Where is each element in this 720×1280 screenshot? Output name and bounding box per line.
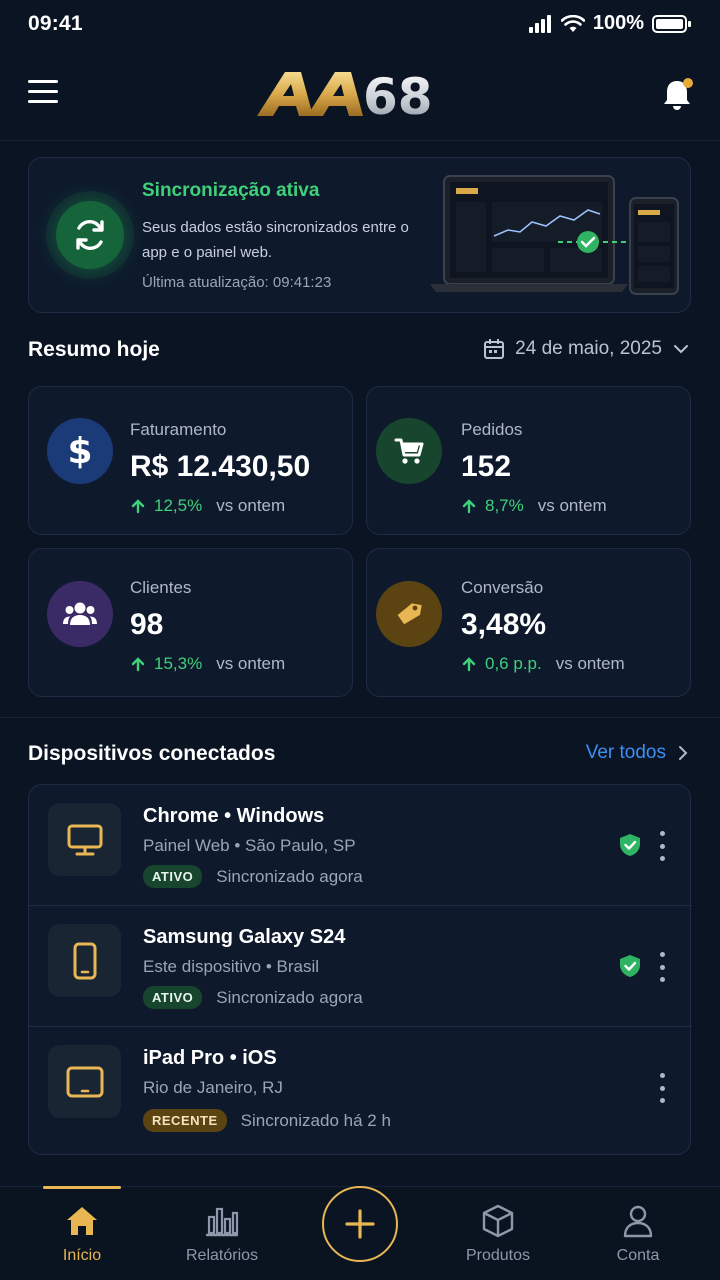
phone-icon [48, 924, 121, 997]
device-subtitle: Painel Web • São Paulo, SP [143, 836, 356, 855]
shield-check-icon [620, 955, 640, 977]
status-indicators: 100% [528, 12, 692, 35]
tag-icon [376, 581, 442, 647]
device-row[interactable]: Samsung Galaxy S24 Este dispositivo • Br… [29, 906, 692, 1027]
calendar-icon [484, 339, 505, 359]
add-button[interactable] [322, 1186, 398, 1262]
device-sync-status: Sincronizado agora [216, 866, 363, 886]
device-row[interactable]: Chrome • Windows Painel Web • São Paulo,… [29, 785, 692, 906]
devices-title: Dispositivos conectados [28, 742, 276, 765]
hamburger-menu-icon[interactable] [28, 80, 60, 110]
stat-value: 3,48% [461, 608, 547, 641]
shield-check-icon [620, 834, 640, 856]
app-logo: 68 [255, 66, 465, 126]
stat-value: 98 [130, 608, 164, 641]
status-badge: ATIVO [143, 865, 203, 888]
see-all-link[interactable]: Ver todos [586, 742, 690, 764]
date-picker[interactable]: 24 de maio, 2025 [483, 338, 690, 360]
device-subtitle: Este dispositivo • Brasil [143, 957, 320, 976]
user-icon [622, 1203, 654, 1239]
arrow-up-icon [131, 657, 145, 672]
battery-icon [652, 14, 691, 33]
status-badge: ATIVO [143, 986, 203, 1009]
nav-item-products[interactable]: Produtos [438, 1187, 558, 1280]
section-divider [0, 717, 720, 718]
more-options-icon[interactable] [655, 1073, 669, 1103]
nav-label: Relatórios [185, 1247, 259, 1264]
stat-delta: 12,5% vs ontem [130, 496, 285, 516]
notifications-bell-icon[interactable] [660, 76, 694, 112]
nav-item-home[interactable]: Início [22, 1187, 142, 1280]
summary-title: Resumo hoje [28, 338, 160, 361]
sync-title: Sincronização ativa [142, 180, 320, 201]
stat-value: 152 [461, 450, 512, 483]
sync-last-update: Última atualização: 09:41:23 [142, 274, 332, 291]
sync-icon [56, 201, 124, 269]
device-list: Chrome • Windows Painel Web • São Paulo,… [28, 784, 692, 1156]
cart-icon [376, 418, 442, 484]
chevron-right-icon [679, 746, 688, 760]
nav-label: Produtos [465, 1247, 531, 1264]
battery-percent: 100% [592, 12, 644, 34]
stat-delta: 0,6 p.p. vs ontem [461, 654, 625, 674]
device-name: Samsung Galaxy S24 [143, 926, 346, 948]
signal-icon [528, 14, 551, 33]
stat-delta: 15,3% vs ontem [130, 654, 285, 674]
more-options-icon[interactable] [655, 952, 669, 982]
device-sync-status: Sincronizado há 2 h [240, 1110, 391, 1130]
see-all-label: Ver todos [585, 742, 666, 763]
plus-icon [345, 1209, 375, 1239]
stat-label: Conversão [461, 578, 544, 597]
wifi-icon [560, 14, 585, 32]
dollar-icon: $ [47, 418, 113, 484]
nav-item-reports[interactable]: Relatórios [162, 1187, 282, 1280]
device-row[interactable]: iPad Pro • iOS Rio de Janeiro, RJ RECENT… [29, 1027, 692, 1156]
chevron-down-icon [674, 345, 688, 354]
device-name: iPad Pro • iOS [143, 1047, 277, 1069]
svg-text:68: 68 [363, 68, 433, 122]
stat-label: Clientes [130, 578, 192, 597]
reports-icon [205, 1203, 239, 1239]
device-name: Chrome • Windows [143, 805, 325, 827]
device-sync-status: Sincronizado agora [216, 987, 363, 1007]
home-icon [65, 1203, 99, 1239]
devices-illustration [428, 172, 684, 300]
tablet-icon [48, 1045, 121, 1118]
nav-label: Início [62, 1247, 102, 1264]
monitor-icon [48, 803, 121, 876]
status-badge: RECENTE [143, 1109, 227, 1132]
sync-description: Seus dados estão sincronizados entre o a… [142, 219, 409, 261]
stat-delta: 8,7% vs ontem [461, 496, 607, 516]
arrow-up-icon [462, 657, 476, 672]
stat-label: Pedidos [461, 420, 523, 439]
status-time: 09:41 [28, 12, 83, 35]
nav-item-account[interactable]: Conta [578, 1187, 698, 1280]
nav-label: Conta [616, 1247, 660, 1264]
box-icon [481, 1203, 515, 1239]
date-label: 24 de maio, 2025 [515, 338, 662, 359]
arrow-up-icon [131, 499, 145, 514]
stat-label: Faturamento [130, 420, 227, 439]
device-subtitle: Rio de Janeiro, RJ [143, 1078, 283, 1097]
users-icon [47, 581, 113, 647]
more-options-icon[interactable] [655, 831, 669, 861]
stat-value: R$ 12.430,50 [130, 450, 311, 483]
arrow-up-icon [462, 499, 476, 514]
header-divider [0, 140, 720, 141]
